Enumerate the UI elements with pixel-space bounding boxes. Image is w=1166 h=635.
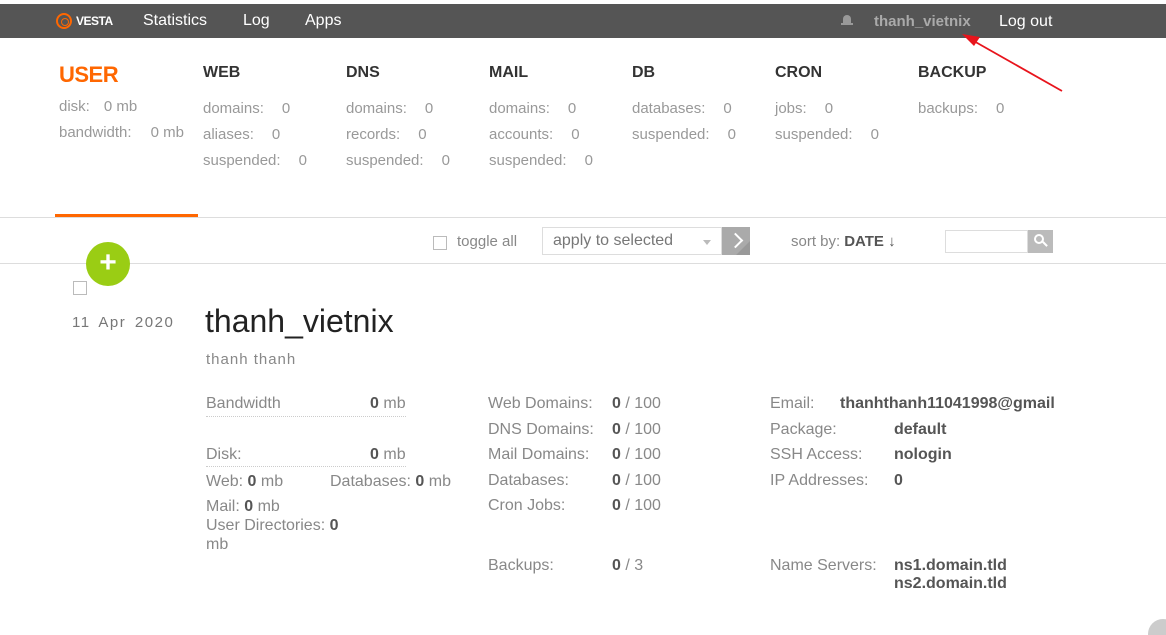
annotation-arrow xyxy=(962,34,1063,92)
